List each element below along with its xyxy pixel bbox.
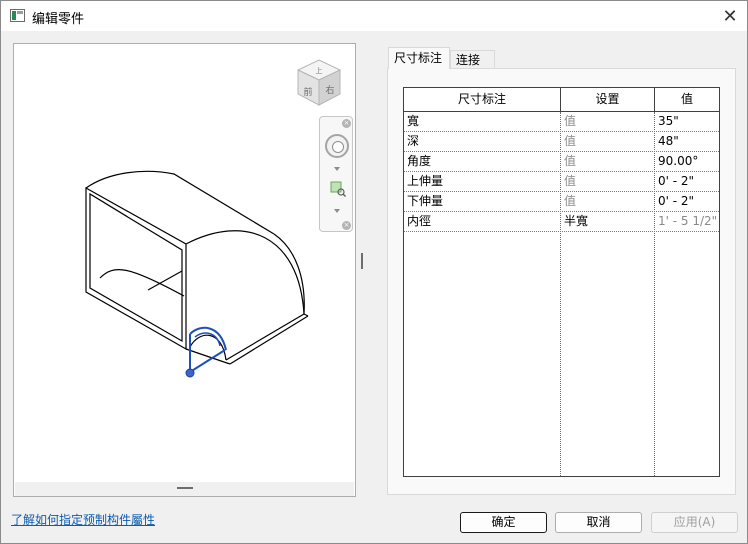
edit-part-dialog: 编辑零件 ✕ 上 前 右 × × 尺寸标注 连接 尺寸标注 设置 值 寬 值 3…: [0, 0, 748, 544]
viewcube-right-label: 右: [325, 84, 334, 96]
grid-header: 尺寸标注 设置 值: [404, 88, 719, 112]
row-name: 深: [407, 134, 420, 148]
ok-button[interactable]: 确定: [460, 512, 547, 533]
row-setting[interactable]: 值: [561, 112, 654, 131]
title-bar: 编辑零件 ✕: [1, 1, 747, 31]
cancel-button[interactable]: 取消: [555, 512, 642, 533]
preview-splitter-area: [15, 482, 354, 496]
row-name: 角度: [407, 154, 432, 168]
apply-button[interactable]: 应用(A): [651, 512, 738, 533]
chevron-down-icon[interactable]: [334, 167, 340, 171]
table-row[interactable]: 下伸量 值 0' - 2": [404, 192, 719, 212]
row-value[interactable]: 35": [655, 112, 719, 131]
part-preview-viewport[interactable]: 上 前 右 × ×: [13, 43, 356, 497]
row-name: 内徑: [407, 214, 432, 228]
row-setting[interactable]: 值: [561, 132, 654, 151]
table-row[interactable]: 角度 值 90.00°: [404, 152, 719, 172]
close-button[interactable]: ✕: [717, 3, 743, 29]
tab-connectors[interactable]: 连接件: [450, 50, 495, 85]
row-value[interactable]: 90.00°: [655, 152, 719, 171]
tab-dimensions[interactable]: 尺寸标注: [388, 47, 450, 69]
dimensions-grid: 尺寸标注 设置 值 寬 值 35" 深 值 48" 角度 值 90.00° 上伸…: [403, 87, 720, 477]
table-row[interactable]: 寬 值 35": [404, 112, 719, 132]
help-link[interactable]: 了解如何指定预制构件屬性: [11, 511, 155, 528]
viewcube-top-label: 上: [316, 66, 323, 75]
row-value: 1' - 5 1/2": [658, 214, 718, 228]
row-setting[interactable]: 值: [561, 152, 654, 171]
row-name: 上伸量: [407, 174, 444, 188]
navbar-close-icon[interactable]: ×: [342, 119, 351, 128]
window-title: 编辑零件: [32, 12, 85, 27]
row-name: 下伸量: [407, 194, 444, 208]
row-name: 寬: [407, 114, 420, 128]
table-row[interactable]: 内徑 半寬 1' - 5 1/2": [404, 212, 719, 232]
chevron-down-icon[interactable]: [334, 209, 340, 213]
app-icon: [10, 9, 25, 22]
column-header-value[interactable]: 值: [655, 88, 719, 111]
steering-wheel-icon[interactable]: [325, 134, 349, 158]
row-setting[interactable]: 值: [561, 172, 654, 191]
horizontal-splitter-handle[interactable]: [177, 487, 193, 489]
zoom-window-icon[interactable]: [330, 181, 346, 197]
table-row[interactable]: 上伸量 值 0' - 2": [404, 172, 719, 192]
viewcube-front-label: 前: [303, 86, 312, 98]
row-setting[interactable]: 半寬: [561, 212, 654, 231]
vertical-splitter-handle[interactable]: [361, 253, 363, 269]
row-value[interactable]: 0' - 2": [655, 192, 719, 211]
elbow-duct-drawing: [85, 170, 309, 378]
row-setting[interactable]: 值: [561, 192, 654, 211]
column-header-dimension[interactable]: 尺寸标注: [404, 88, 560, 111]
navbar-options-icon[interactable]: ×: [342, 221, 351, 230]
table-row[interactable]: 深 值 48": [404, 132, 719, 152]
row-value[interactable]: 48": [655, 132, 719, 151]
column-header-setting[interactable]: 设置: [561, 88, 654, 111]
viewcube-icon[interactable]: 上 前 右: [296, 58, 342, 108]
navigation-bar: × ×: [319, 116, 353, 232]
row-value[interactable]: 0' - 2": [655, 172, 719, 191]
